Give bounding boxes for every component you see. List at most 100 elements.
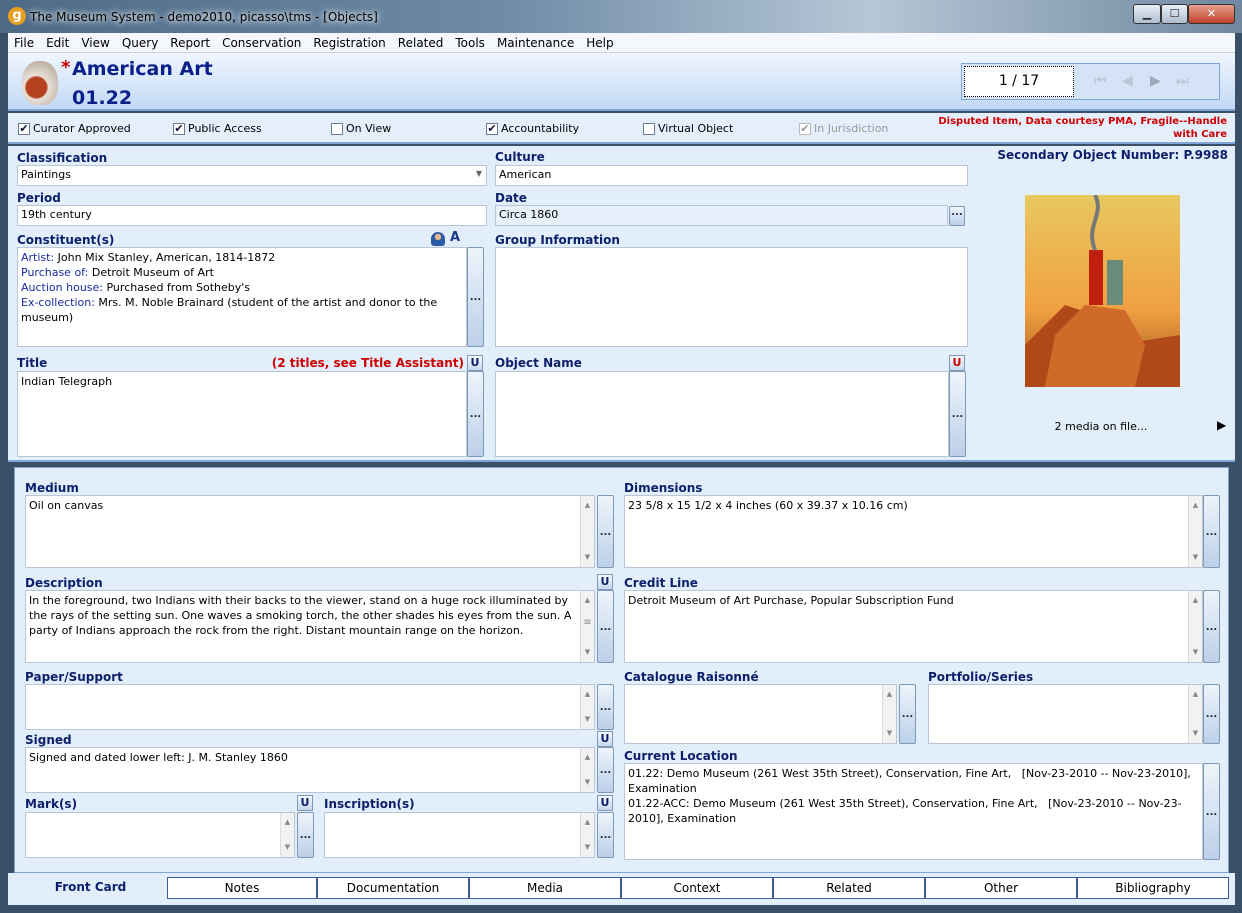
- menu-edit[interactable]: Edit: [40, 33, 75, 50]
- signed-unicode-button[interactable]: U: [597, 731, 613, 747]
- portfolio-series-box[interactable]: ▲ ▼: [928, 684, 1203, 744]
- classification-select[interactable]: Paintings ▼: [17, 165, 487, 186]
- object-name-box[interactable]: [495, 371, 949, 457]
- constituents-list[interactable]: Artist: John Mix Stanley, American, 1814…: [17, 247, 467, 347]
- title-unicode-button[interactable]: U: [467, 355, 483, 371]
- menu-maintenance[interactable]: Maintenance: [491, 33, 580, 50]
- signed-ellipsis-button[interactable]: ...: [597, 747, 614, 793]
- current-location-ellipsis-button[interactable]: ...: [1203, 763, 1220, 860]
- constituent-item[interactable]: Purchase of: Detroit Museum of Art: [21, 265, 463, 280]
- paper-support-ellipsis-button[interactable]: ...: [597, 684, 614, 730]
- dimensions-ellipsis-button[interactable]: ...: [1203, 495, 1220, 568]
- scrollbar[interactable]: ▲ ▼: [1188, 496, 1202, 567]
- scrollbar[interactable]: ▲ ▼: [580, 685, 594, 729]
- menu-view[interactable]: View: [75, 33, 115, 50]
- inscriptions-unicode-button[interactable]: U: [597, 795, 613, 811]
- culture-input[interactable]: American: [495, 165, 968, 186]
- first-record-icon[interactable]: ⏮: [1094, 73, 1107, 89]
- public-access-checkbox[interactable]: ✔ Public Access: [173, 122, 262, 135]
- menu-report[interactable]: Report: [164, 33, 216, 50]
- menu-query[interactable]: Query: [116, 33, 164, 50]
- catalogue-raisonne-ellipsis-button[interactable]: ...: [899, 684, 916, 744]
- close-button[interactable]: ✕: [1188, 4, 1235, 24]
- credit-line-box[interactable]: Detroit Museum of Art Purchase, Popular …: [624, 590, 1203, 663]
- date-ellipsis-button[interactable]: ...: [949, 206, 965, 226]
- menu-related[interactable]: Related: [392, 33, 450, 50]
- minimize-button[interactable]: ▁: [1133, 4, 1161, 24]
- medium-ellipsis-button[interactable]: ...: [597, 495, 614, 568]
- title-box[interactable]: Indian Telegraph: [17, 371, 467, 457]
- description-box[interactable]: In the foreground, two Indians with thei…: [25, 590, 595, 663]
- tab-notes[interactable]: Notes: [167, 877, 317, 899]
- record-position[interactable]: 1 / 17: [964, 66, 1074, 97]
- scrollbar[interactable]: ▲ ▼: [580, 496, 594, 567]
- date-input[interactable]: Circa 1860: [495, 205, 948, 226]
- next-record-icon[interactable]: ▶: [1150, 73, 1161, 89]
- checkbox-box[interactable]: [331, 122, 343, 135]
- current-location-box[interactable]: 01.22: Demo Museum (261 West 35th Street…: [624, 763, 1203, 860]
- object-name-unicode-button[interactable]: U: [949, 355, 965, 371]
- department-title: American Art: [72, 58, 213, 80]
- tab-context[interactable]: Context: [621, 877, 773, 899]
- last-record-icon[interactable]: ⏭: [1176, 73, 1189, 89]
- menu-conservation[interactable]: Conservation: [216, 33, 307, 50]
- medium-box[interactable]: Oil on canvas ▲ ▼: [25, 495, 595, 568]
- constituent-item[interactable]: Ex-collection: Mrs. M. Noble Brainard (s…: [21, 295, 463, 325]
- credit-line-ellipsis-button[interactable]: ...: [1203, 590, 1220, 663]
- media-count[interactable]: 2 media on file...: [1040, 420, 1162, 433]
- scrollbar[interactable]: ▲ ▼: [580, 748, 594, 792]
- previous-record-icon[interactable]: ◀: [1122, 73, 1133, 89]
- scrollbar[interactable]: ▲ ▼: [580, 813, 594, 857]
- inscriptions-ellipsis-button[interactable]: ...: [597, 812, 614, 858]
- menu-help[interactable]: Help: [580, 33, 619, 50]
- paper-support-box[interactable]: ▲ ▼: [25, 684, 595, 730]
- constituent-item[interactable]: Auction house: Purchased from Sotheby's: [21, 280, 463, 295]
- alpha-sort-icon[interactable]: A: [450, 230, 460, 245]
- object-name-ellipsis-button[interactable]: ...: [949, 371, 966, 457]
- marks-box[interactable]: ▲ ▼: [25, 812, 295, 858]
- maximize-button[interactable]: ☐: [1161, 4, 1188, 24]
- description-ellipsis-button[interactable]: ...: [597, 590, 614, 663]
- menu-tools[interactable]: Tools: [449, 33, 491, 50]
- person-icon[interactable]: [431, 232, 445, 246]
- accountability-checkbox[interactable]: ✔ Accountability: [486, 122, 579, 135]
- dimensions-box[interactable]: 23 5/8 x 15 1/2 x 4 inches (60 x 39.37 x…: [624, 495, 1203, 568]
- constituents-ellipsis-button[interactable]: ...: [467, 247, 484, 347]
- description-unicode-button[interactable]: U: [597, 574, 613, 590]
- dropdown-arrow-icon[interactable]: ▼: [476, 169, 482, 178]
- virtual-object-checkbox[interactable]: Virtual Object: [643, 122, 733, 135]
- period-input[interactable]: 19th century: [17, 205, 487, 226]
- menu-registration[interactable]: Registration: [307, 33, 391, 50]
- marks-ellipsis-button[interactable]: ...: [297, 812, 314, 858]
- checkbox-box[interactable]: [643, 122, 655, 135]
- scrollbar[interactable]: ▲ ▼: [882, 685, 896, 743]
- group-information-box[interactable]: [495, 247, 968, 347]
- portfolio-series-ellipsis-button[interactable]: ...: [1203, 684, 1220, 744]
- scrollbar[interactable]: ▲ ▼: [1188, 591, 1202, 662]
- tab-other[interactable]: Other: [925, 877, 1077, 899]
- catalogue-raisonne-box[interactable]: ▲ ▼: [624, 684, 897, 744]
- scrollbar[interactable]: ▲ ≡ ▼: [580, 591, 594, 662]
- on-view-checkbox[interactable]: On View: [331, 122, 391, 135]
- checkbox-box[interactable]: ✔: [173, 122, 185, 135]
- scrollbar[interactable]: ▲ ▼: [1188, 685, 1202, 743]
- constituent-item[interactable]: Artist: John Mix Stanley, American, 1814…: [21, 250, 463, 265]
- title-assistant-note[interactable]: (2 titles, see Title Assistant): [250, 356, 464, 370]
- inscriptions-box[interactable]: ▲ ▼: [324, 812, 595, 858]
- title-ellipsis-button[interactable]: ...: [467, 371, 484, 457]
- checkbox-box[interactable]: ✔: [18, 122, 30, 135]
- tab-media[interactable]: Media: [469, 877, 621, 899]
- checkbox-box[interactable]: ✔: [486, 122, 498, 135]
- signed-box[interactable]: Signed and dated lower left: J. M. Stanl…: [25, 747, 595, 793]
- title-label: Title: [17, 356, 48, 370]
- marks-unicode-button[interactable]: U: [297, 795, 313, 811]
- tab-bibliography[interactable]: Bibliography: [1077, 877, 1229, 899]
- scrollbar[interactable]: ▲ ▼: [280, 813, 294, 857]
- curator-approved-checkbox[interactable]: ✔ Curator Approved: [18, 122, 131, 135]
- object-image[interactable]: [1025, 195, 1180, 387]
- next-media-icon[interactable]: ▶: [1217, 418, 1226, 432]
- tab-front-card[interactable]: Front Card: [15, 877, 166, 899]
- tab-related[interactable]: Related: [773, 877, 925, 899]
- tab-documentation[interactable]: Documentation: [317, 877, 469, 899]
- menu-file[interactable]: File: [8, 33, 40, 50]
